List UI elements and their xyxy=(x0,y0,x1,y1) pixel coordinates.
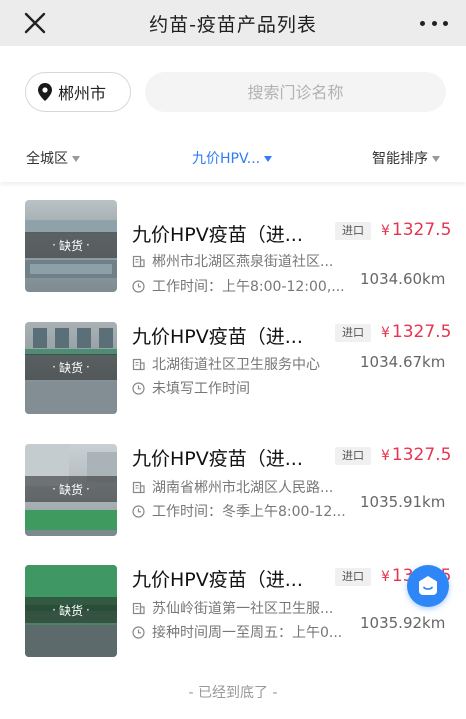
search-row: 郴州市 xyxy=(0,46,466,134)
price-value: 1327.5 xyxy=(391,220,452,240)
list-item[interactable]: 缺货 九价HPV疫苗（进... 进口 ¥1327.5 北湖街道社区卫生服务中心 … xyxy=(0,320,466,440)
hours-text: 工作时间：冬季上午8:00-12... xyxy=(152,504,346,520)
filter-district[interactable]: 全城区 xyxy=(26,148,80,168)
vaccine-name: 九价HPV疫苗（进... xyxy=(132,448,303,470)
filter-sort[interactable]: 智能排序 xyxy=(372,148,440,168)
price: ¥1327.5 xyxy=(381,322,451,342)
price: ¥1327.5 xyxy=(381,445,451,465)
currency-symbol: ¥ xyxy=(381,448,390,464)
price-value: 1327.5 xyxy=(391,322,452,342)
shortage-badge: 缺货 xyxy=(25,232,117,258)
hours-text: 接种时间周一至周五：上午0... xyxy=(152,625,343,641)
vaccine-name: 九价HPV疫苗（进... xyxy=(132,326,303,348)
location-pin-icon xyxy=(38,83,52,101)
address-line: 苏仙岭街道第一社区卫生服... xyxy=(132,598,333,618)
list-item[interactable]: 缺货 九价HPV疫苗（进... 进口 ¥1327.5 郴州市北湖区燕泉街道社区.… xyxy=(0,200,466,320)
import-tag: 进口 xyxy=(335,568,371,586)
more-dot xyxy=(443,20,448,26)
distance: 1035.92km xyxy=(360,614,446,632)
clinic-photo: 缺货 xyxy=(25,565,117,657)
vaccine-name: 九价HPV疫苗（进... xyxy=(132,224,303,246)
distance: 1034.60km xyxy=(360,270,446,288)
shortage-badge: 缺货 xyxy=(25,597,117,623)
hours-line: 工作时间：上午8:00-12:00,... xyxy=(132,276,345,296)
end-of-list-text: - 已经到底了 - xyxy=(188,685,278,701)
search-input[interactable] xyxy=(145,72,446,112)
clinic-photo: 缺货 xyxy=(25,200,117,292)
clock-icon xyxy=(132,504,145,518)
close-icon[interactable] xyxy=(22,10,48,36)
address-line: 郴州市北湖区燕泉街道社区... xyxy=(132,251,333,271)
clock-icon xyxy=(132,625,145,639)
price-value: 1327.5 xyxy=(391,445,452,465)
shortage-badge: 缺货 xyxy=(25,476,117,502)
filter-bar: 全城区 九价HPV... 智能排序 xyxy=(0,134,466,182)
filter-vaccine[interactable]: 九价HPV... xyxy=(192,148,273,168)
building-icon xyxy=(132,481,145,493)
address-line: 湖南省郴州市北湖区人民路... xyxy=(132,477,333,497)
import-tag: 进口 xyxy=(335,324,371,342)
more-dot xyxy=(431,20,437,26)
list-item[interactable]: 缺货 九价HPV疫苗（进... 进口 ¥1327.5 苏仙岭街道第一社区卫生服.… xyxy=(0,565,466,685)
clock-icon xyxy=(132,279,145,293)
currency-symbol: ¥ xyxy=(381,223,390,239)
hours-text: 未填写工作时间 xyxy=(152,381,250,397)
import-tag: 进口 xyxy=(335,222,371,240)
building-icon xyxy=(132,358,145,370)
address-text: 郴州市北湖区燕泉街道社区... xyxy=(152,254,334,270)
clinic-photo: 缺货 xyxy=(25,444,117,536)
more-dot xyxy=(420,20,425,26)
title-bar: 约苗-疫苗产品列表 xyxy=(0,0,466,46)
filter-district-label: 全城区 xyxy=(26,151,68,167)
currency-symbol: ¥ xyxy=(381,569,390,585)
hours-text: 工作时间：上午8:00-12:00,... xyxy=(152,279,345,295)
address-line: 北湖街道社区卫生服务中心 xyxy=(132,354,320,374)
customer-service-button[interactable] xyxy=(407,565,449,607)
list-item[interactable]: 缺货 九价HPV疫苗（进... 进口 ¥1327.5 湖南省郴州市北湖区人民路.… xyxy=(0,444,466,564)
vaccine-name: 九价HPV疫苗（进... xyxy=(132,569,303,591)
city-selector[interactable]: 郴州市 xyxy=(25,72,131,112)
filter-vaccine-label: 九价HPV... xyxy=(192,151,261,167)
clinic-photo: 缺货 xyxy=(25,322,117,414)
address-text: 苏仙岭街道第一社区卫生服... xyxy=(152,601,334,617)
smile-chat-icon xyxy=(419,576,437,595)
more-icon[interactable] xyxy=(420,10,448,36)
import-tag: 进口 xyxy=(335,447,371,465)
page-title: 约苗-疫苗产品列表 xyxy=(149,13,317,36)
distance: 1034.67km xyxy=(360,353,446,371)
filter-sort-label: 智能排序 xyxy=(372,151,428,167)
clock-icon xyxy=(132,381,145,395)
city-label: 郴州市 xyxy=(58,84,107,103)
hours-line: 接种时间周一至周五：上午0... xyxy=(132,622,342,642)
building-icon xyxy=(132,602,145,614)
address-text: 湖南省郴州市北湖区人民路... xyxy=(152,480,334,496)
dropdown-triangle-icon xyxy=(72,155,80,162)
dropdown-triangle-icon xyxy=(264,155,273,162)
address-text: 北湖街道社区卫生服务中心 xyxy=(152,357,320,373)
distance: 1035.91km xyxy=(360,493,446,511)
price: ¥1327.5 xyxy=(381,220,451,240)
hours-line: 工作时间：冬季上午8:00-12... xyxy=(132,501,346,521)
hours-line: 未填写工作时间 xyxy=(132,378,250,398)
currency-symbol: ¥ xyxy=(381,325,390,341)
dropdown-triangle-icon xyxy=(432,155,440,162)
shortage-badge: 缺货 xyxy=(25,354,117,380)
building-icon xyxy=(132,255,145,267)
